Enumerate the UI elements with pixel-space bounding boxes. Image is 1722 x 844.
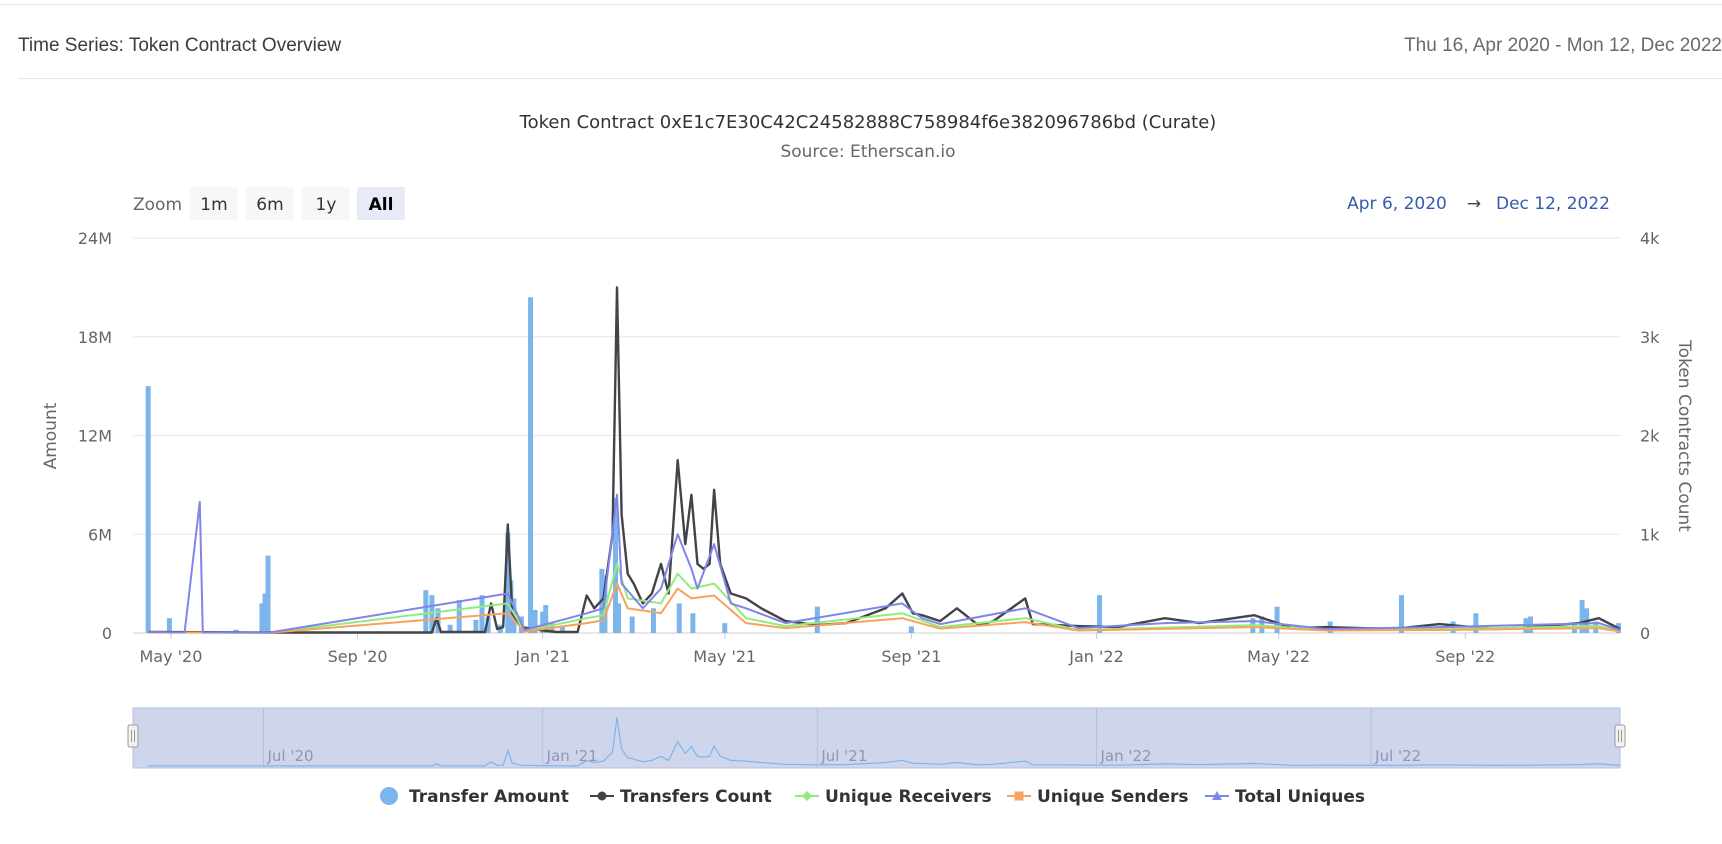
y-left-tick-label: 0 xyxy=(102,624,112,643)
chart-title: Token Contract 0xE1c7E30C42C24582888C758… xyxy=(519,112,1217,133)
legend-item-total-uniques[interactable]: Total Uniques xyxy=(1205,787,1365,807)
legend: Transfer Amount Transfers Count Unique Rec… xyxy=(380,787,1365,807)
legend-symbol-circle xyxy=(380,787,398,805)
range-arrow: → xyxy=(1467,194,1481,214)
y-right-tick-label: 0 xyxy=(1640,624,1650,643)
x-tick-label: May '20 xyxy=(139,647,202,666)
legend-symbol-diamond xyxy=(802,791,812,801)
legend-item-unique-senders[interactable]: Unique Senders xyxy=(1007,787,1189,807)
x-tick-label: Sep '21 xyxy=(881,647,941,666)
navigator-label: Jan '21 xyxy=(546,747,598,765)
y-axis-left: 0 6M 12M 18M 24M xyxy=(78,229,112,643)
legend-label: Transfers Count xyxy=(620,787,772,807)
zoom-button-all-label: All xyxy=(369,195,394,215)
bar-transfer-amount xyxy=(616,603,622,633)
bar-transfer-amount xyxy=(908,626,914,633)
navigator-handle-right[interactable] xyxy=(1614,724,1626,748)
y-right-tick-label: 4k xyxy=(1640,229,1660,248)
navigator-handle-left[interactable] xyxy=(127,724,139,748)
navigator-label: Jan '22 xyxy=(1100,747,1152,765)
navigator-label: Jul '20 xyxy=(266,747,313,765)
zoom-button-all[interactable]: All xyxy=(357,187,405,220)
y-axis-right-title: Token Contracts Count xyxy=(1674,339,1694,532)
bar-transfer-amount xyxy=(676,603,682,633)
zoom-button-1y[interactable]: 1y xyxy=(302,187,350,220)
zoom-label: Zoom xyxy=(133,195,182,215)
bar-transfer-amount xyxy=(814,606,820,633)
x-tick-label: Jan '22 xyxy=(1068,647,1124,666)
navigator-handle-body[interactable] xyxy=(127,724,139,748)
range-to-input[interactable]: Dec 12, 2022 xyxy=(1496,194,1610,214)
y-right-tick-label: 3k xyxy=(1640,328,1660,347)
x-tick-label: Sep '22 xyxy=(1435,647,1495,666)
legend-label: Unique Receivers xyxy=(825,787,992,807)
x-tick-label: Sep '20 xyxy=(328,647,388,666)
y-axis-left-title: Amount xyxy=(41,402,61,469)
bar-transfer-amount xyxy=(629,616,635,633)
bar-transfer-amount xyxy=(265,555,271,633)
zoom-button-6m[interactable]: 6m xyxy=(246,187,294,220)
chart-svg: Token Contract 0xE1c7E30C42C24582888C758… xyxy=(41,112,1694,807)
series-line-transfers-count xyxy=(148,286,1621,634)
plot-area xyxy=(145,286,1621,634)
navigator-handle-body[interactable] xyxy=(1614,724,1626,748)
zoom-button-1m-label: 1m xyxy=(200,195,227,215)
grid xyxy=(133,237,1620,634)
zoom-button-6m-label: 6m xyxy=(256,195,283,215)
y-right-tick-label: 2k xyxy=(1640,427,1660,446)
legend-item-transfers-count[interactable]: Transfers Count xyxy=(590,787,772,807)
bar-transfer-amount xyxy=(423,590,429,633)
y-right-tick-label: 1k xyxy=(1640,525,1660,544)
range-display: Apr 6, 2020 → Dec 12, 2022 xyxy=(1347,194,1610,214)
navigator-label: Jul '22 xyxy=(1374,747,1421,765)
bar-transfer-amount xyxy=(479,595,485,633)
y-axis-right: 0 1k 2k 3k 4k xyxy=(1640,229,1660,643)
zoom-button-1y-label: 1y xyxy=(316,195,337,215)
y-left-tick-label: 12M xyxy=(78,427,112,446)
legend-symbol-circle xyxy=(597,791,607,801)
bar-transfer-amount xyxy=(528,297,534,633)
zoom-button-1m[interactable]: 1m xyxy=(190,187,238,220)
navigator[interactable]: Jul '20 Jan '21 Jul '21 Jan '22 Jul '22 xyxy=(127,707,1626,769)
legend-symbol-square xyxy=(1014,791,1024,801)
x-axis: May '20 Sep '20 Jan '21 May '21 Sep '21 Jan '… xyxy=(139,633,1495,666)
zoom-controls: Zoom 1m 6m 1y All xyxy=(133,187,405,220)
y-left-tick-label: 24M xyxy=(78,229,112,248)
legend-label: Transfer Amount xyxy=(409,787,569,807)
bar-transfer-amount xyxy=(722,623,728,633)
y-left-tick-label: 6M xyxy=(88,525,112,544)
y-left-tick-label: 18M xyxy=(78,328,112,347)
x-tick-label: Jan '21 xyxy=(514,647,570,666)
legend-item-unique-receivers[interactable]: Unique Receivers xyxy=(795,787,992,807)
legend-item-transfer-amount[interactable]: Transfer Amount xyxy=(380,787,569,807)
navigator-label: Jul '21 xyxy=(820,747,867,765)
range-from-input[interactable]: Apr 6, 2020 xyxy=(1347,194,1447,214)
chart-subtitle: Source: Etherscan.io xyxy=(780,142,955,162)
bar-transfer-amount xyxy=(690,613,696,633)
legend-label: Unique Senders xyxy=(1037,787,1189,807)
bar-transfer-amount xyxy=(145,386,151,633)
legend-label: Total Uniques xyxy=(1235,787,1365,807)
x-tick-label: May '22 xyxy=(1247,647,1310,666)
bar-transfer-amount xyxy=(166,618,172,633)
x-tick-label: May '21 xyxy=(693,647,756,666)
